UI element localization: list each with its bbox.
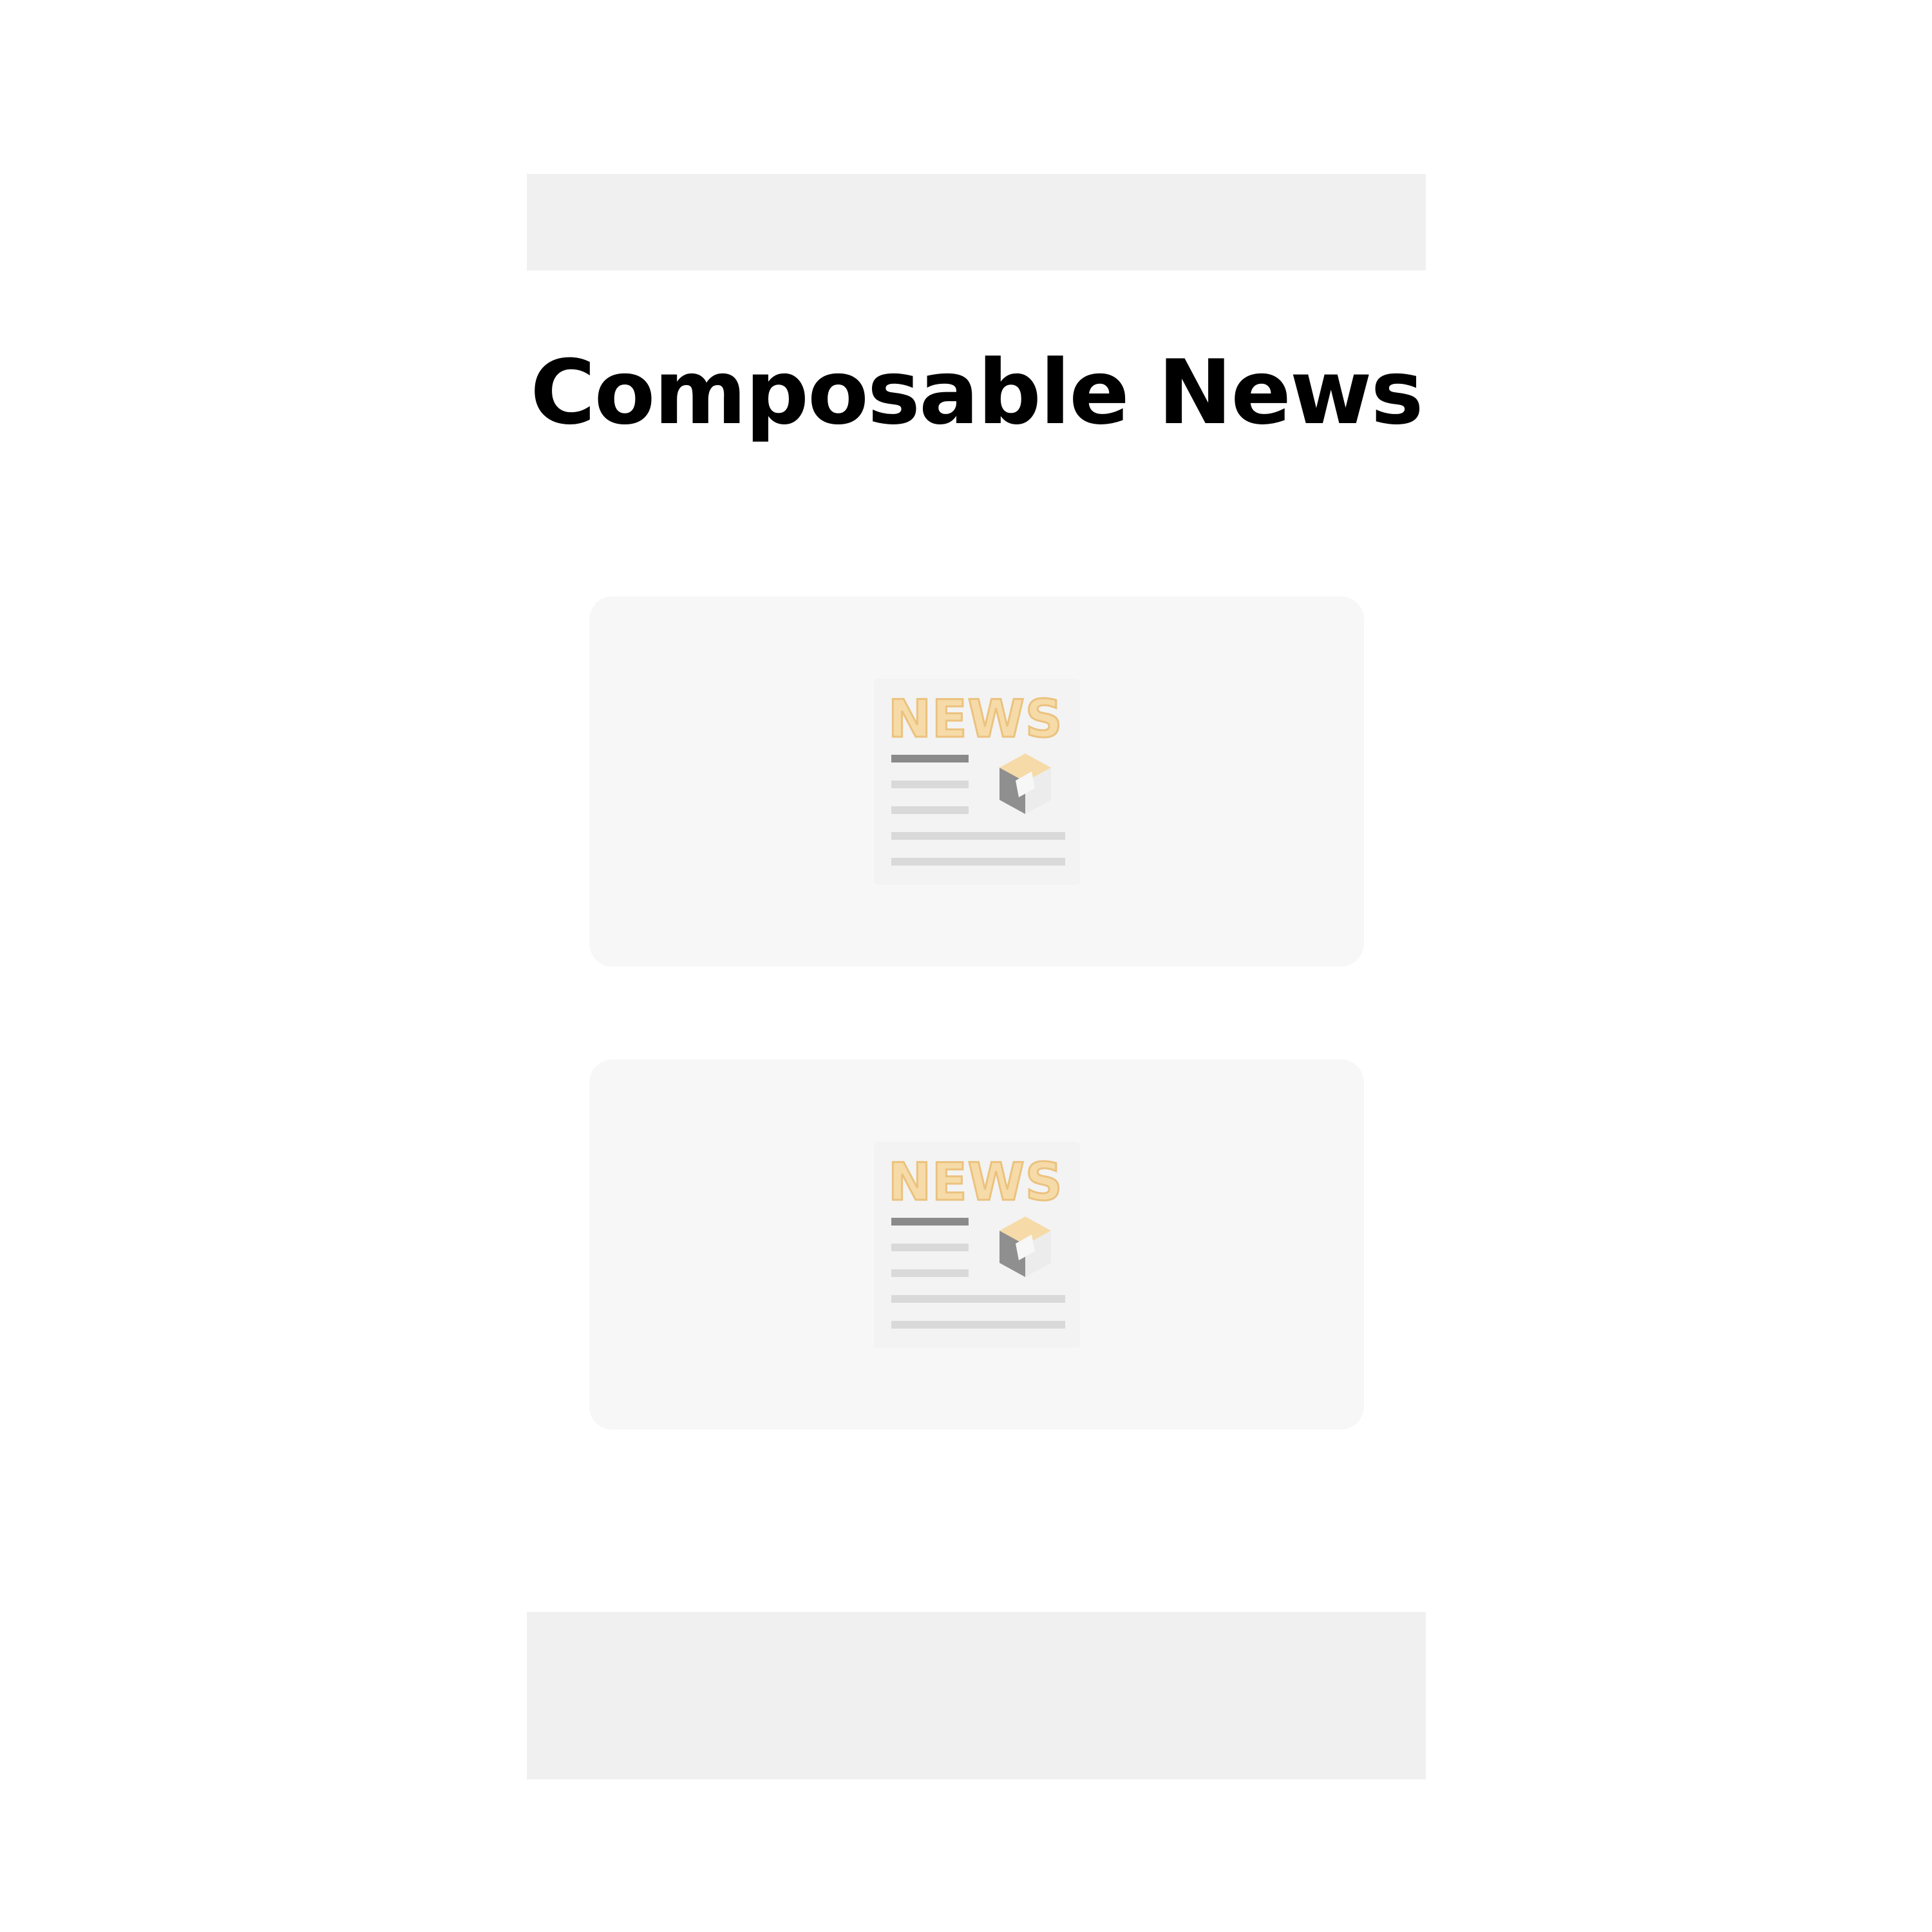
page: Composable News NEWS NEWS [0, 0, 1932, 1932]
news-placeholder-icon: NEWS [873, 678, 1080, 885]
page-title: Composable News [530, 341, 1423, 444]
news-word: NEWS [888, 1152, 1063, 1212]
footer-placeholder [527, 1612, 1426, 1779]
news-card[interactable]: NEWS [589, 1059, 1364, 1430]
header-placeholder [527, 174, 1426, 270]
news-word: NEWS [888, 689, 1063, 749]
news-placeholder-icon: NEWS [873, 1141, 1080, 1348]
news-card[interactable]: NEWS [589, 596, 1364, 967]
